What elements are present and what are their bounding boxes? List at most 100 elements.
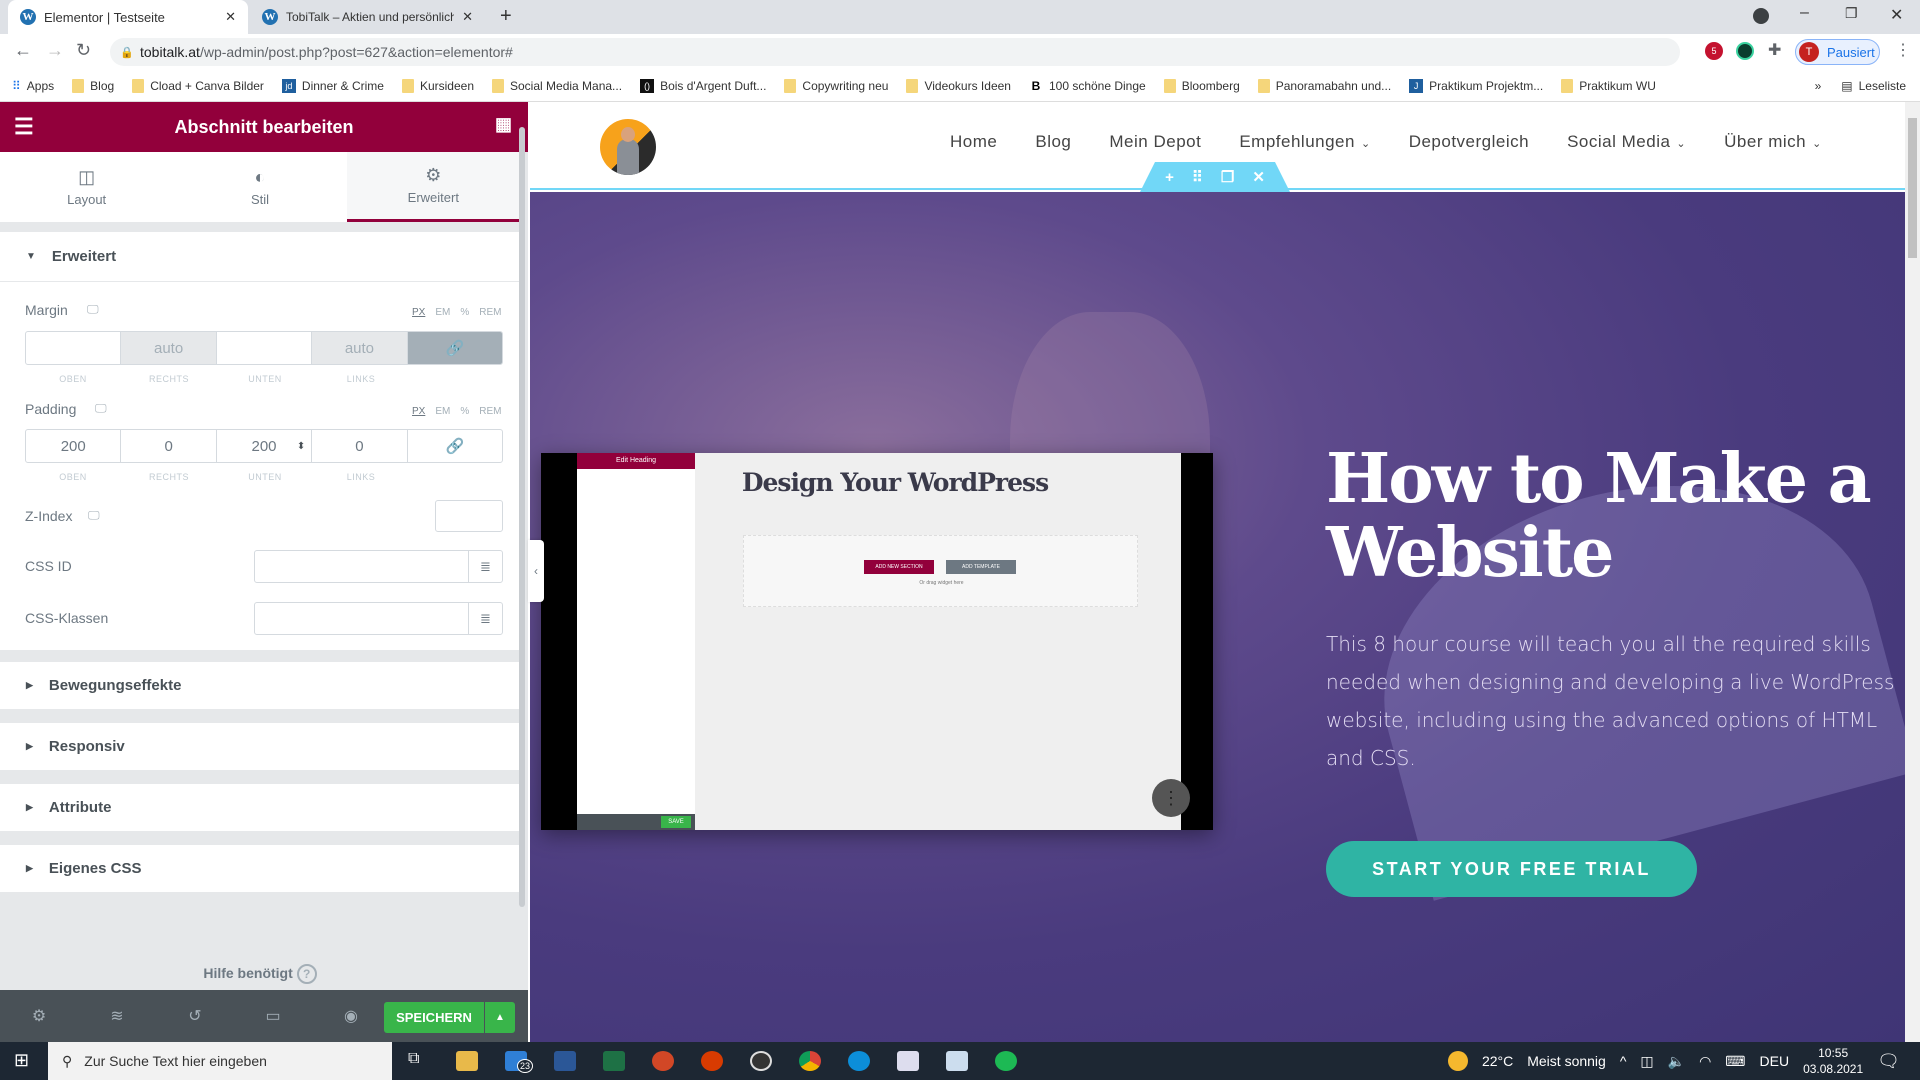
dynamic-tags-icon[interactable]: ≣ <box>468 551 502 582</box>
browser-tab-tobitalk[interactable]: W TobiTalk – Aktien und persönliche ✕ <box>250 0 485 34</box>
preview-eye-icon[interactable]: ◉ <box>312 1006 390 1026</box>
padding-right-input[interactable]: 0 <box>121 430 217 462</box>
more-bookmarks-icon[interactable]: » <box>1815 79 1822 93</box>
extensions-icon[interactable]: ✚ <box>1768 40 1781 60</box>
zindex-input[interactable] <box>435 500 503 532</box>
link-values-button[interactable]: 🔗 <box>407 332 502 364</box>
task-view-icon[interactable]: ⧉ <box>408 1050 419 1068</box>
media-control-icon[interactable] <box>1753 8 1769 24</box>
video-menu-icon[interactable]: ⋮ <box>1152 779 1190 817</box>
restore-button[interactable]: ❐ <box>1845 5 1858 22</box>
app-icon[interactable] <box>946 1051 968 1071</box>
hero-section[interactable]: Edit Heading SAVE Design Your WordPress … <box>530 192 1905 1042</box>
navigator-layers-icon[interactable]: ≋ <box>78 1006 156 1026</box>
bookmark-item[interactable]: Panoramabahn und... <box>1257 78 1391 93</box>
nav-item[interactable]: Empfehlungen ⌄ <box>1239 132 1370 152</box>
margin-right-input[interactable]: auto <box>121 332 217 364</box>
reading-list-button[interactable]: » ▤ Leseliste <box>1815 79 1920 93</box>
bookmark-item[interactable]: ⠿ Apps <box>12 79 54 93</box>
margin-bottom-input[interactable] <box>217 332 313 364</box>
section-toggle-attribute[interactable]: ▶ Attribute <box>0 784 520 831</box>
close-tab-icon[interactable]: ✕ <box>462 9 473 25</box>
mail-icon[interactable]: 23 <box>505 1051 534 1073</box>
site-logo[interactable] <box>600 119 656 175</box>
nav-item[interactable]: Mein Depot <box>1109 132 1201 152</box>
video-embed[interactable]: Edit Heading SAVE Design Your WordPress … <box>541 453 1213 830</box>
tab-stil[interactable]: ◐ Stil <box>173 152 346 222</box>
widgets-grid-icon[interactable]: ▦ <box>495 114 512 135</box>
padding-units[interactable]: PX EM% REM <box>412 406 501 417</box>
profile-button[interactable]: T Pausiert <box>1795 39 1880 65</box>
add-section-icon[interactable]: + <box>1165 169 1174 186</box>
nav-item[interactable]: Blog <box>1035 132 1071 152</box>
bookmark-item[interactable]: Blog <box>72 78 114 93</box>
css-classes-input[interactable]: ≣ <box>254 602 503 635</box>
forward-button[interactable]: → <box>46 40 64 61</box>
dynamic-tags-icon[interactable]: ≣ <box>468 603 502 634</box>
nav-item[interactable]: Depotvergleich <box>1409 132 1529 152</box>
collapse-panel-button[interactable]: ‹ <box>528 540 544 602</box>
browser-tab-elementor[interactable]: W Elementor | Testseite ✕ <box>8 0 248 34</box>
tab-layout[interactable]: ◫ Layout <box>0 152 173 222</box>
powerpoint-icon[interactable] <box>652 1051 674 1071</box>
word-icon[interactable] <box>554 1051 576 1071</box>
responsive-mode-icon[interactable]: ▭ <box>234 1006 312 1026</box>
windows-start-icon[interactable]: ⊞ <box>14 1050 29 1071</box>
bookmark-item[interactable]: Kursideen <box>401 78 474 93</box>
bookmark-item[interactable]: () Bois d'Argent Duft... <box>640 78 766 93</box>
history-icon[interactable]: ↺ <box>156 1006 234 1026</box>
section-toggle-bewegungseffekte[interactable]: ▶ Bewegungseffekte <box>0 662 520 709</box>
responsive-desktop-icon[interactable]: 🖵 <box>95 401 107 416</box>
close-tab-icon[interactable]: ✕ <box>225 9 236 25</box>
nav-item[interactable]: Über mich ⌄ <box>1724 132 1822 152</box>
edge-icon[interactable] <box>848 1051 870 1071</box>
file-explorer-icon[interactable] <box>456 1051 478 1071</box>
clock[interactable]: 10:55 03.08.2021 <box>1803 1045 1863 1077</box>
link-values-button[interactable]: 🔗 <box>408 430 502 462</box>
css-id-input[interactable]: ≣ <box>254 550 503 583</box>
padding-bottom-input[interactable]: 200 ⬍ <box>217 430 313 462</box>
responsive-desktop-icon[interactable]: 🖵 <box>87 302 99 317</box>
nav-item[interactable]: Social Media ⌄ <box>1567 132 1686 152</box>
bookmark-item[interactable]: J Praktikum Projektm... <box>1409 78 1543 93</box>
new-tab-button[interactable]: + <box>500 5 512 28</box>
duplicate-icon[interactable]: ❐ <box>1221 168 1234 186</box>
delete-icon[interactable]: ✕ <box>1252 168 1265 186</box>
hamburger-menu-icon[interactable]: ☰ <box>14 114 34 140</box>
keyboard-icon[interactable]: ⌨ <box>1725 1053 1745 1070</box>
app-icon[interactable] <box>701 1051 723 1071</box>
margin-units[interactable]: PX EM% REM <box>412 307 501 318</box>
grammarly-icon[interactable] <box>1736 42 1754 60</box>
wifi-icon[interactable]: ◠ <box>1699 1053 1711 1070</box>
notifications-icon[interactable]: 🗨 <box>1877 1051 1900 1072</box>
camera-icon[interactable]: ◫ <box>1640 1053 1653 1070</box>
obs-icon[interactable] <box>750 1051 772 1071</box>
tab-erweitert[interactable]: ⚙ Erweitert <box>346 152 520 222</box>
responsive-desktop-icon[interactable]: 🖵 <box>88 508 100 523</box>
help-link[interactable]: Hilfe benötigt ? <box>0 964 520 984</box>
bookmark-item[interactable]: Cload + Canva Bilder <box>132 78 264 93</box>
panel-scrollbar[interactable] <box>519 127 525 907</box>
language-indicator[interactable]: DEU <box>1760 1053 1790 1069</box>
chrome-icon[interactable] <box>799 1051 821 1071</box>
volume-icon[interactable]: 🔈 <box>1668 1053 1685 1070</box>
padding-top-input[interactable]: 200 <box>26 430 122 462</box>
drag-handle-icon[interactable]: ⠿ <box>1192 168 1203 186</box>
bookmark-item[interactable]: Bloomberg <box>1163 78 1240 93</box>
bookmark-item[interactable]: B 100 schöne Dinge <box>1028 78 1146 93</box>
save-options-button[interactable]: ▲ <box>485 1002 515 1033</box>
bookmark-item[interactable]: Praktikum WU <box>1561 78 1656 93</box>
excel-icon[interactable] <box>603 1051 625 1071</box>
weather-temp[interactable]: 22°C <box>1482 1053 1513 1069</box>
adblock-icon[interactable]: 5 <box>1705 42 1723 60</box>
menu-icon[interactable]: ⋮ <box>1895 40 1911 60</box>
bookmark-item[interactable]: Copywriting neu <box>784 78 888 93</box>
close-window-button[interactable]: ✕ <box>1890 5 1903 25</box>
section-toggle-eigenes-css[interactable]: ▶ Eigenes CSS <box>0 845 520 892</box>
start-free-trial-button[interactable]: START YOUR FREE TRIAL <box>1326 841 1697 897</box>
settings-icon[interactable]: ⚙ <box>0 1006 78 1026</box>
padding-left-input[interactable]: 0 <box>312 430 408 462</box>
minimize-button[interactable]: – <box>1800 4 1809 22</box>
bookmark-item[interactable]: jd Dinner & Crime <box>281 78 384 93</box>
reload-button[interactable]: ↻ <box>76 40 91 61</box>
